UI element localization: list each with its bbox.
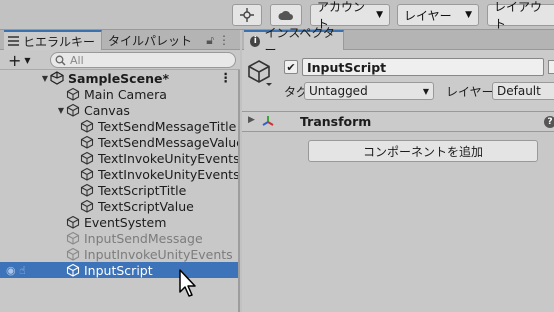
tree-item-main-camera[interactable]: Main Camera — [0, 86, 238, 102]
tree-item-text-invoke-unity-events-title[interactable]: TextInvokeUnityEventsT — [0, 150, 238, 166]
unity-scene-icon — [50, 71, 64, 85]
search-input[interactable]: All — [50, 52, 236, 68]
tree-item-label: Main Camera — [84, 86, 167, 102]
collab-icon — [240, 8, 254, 22]
tree-item-input-script[interactable]: ◉ ☝︎ InputScript — [0, 262, 238, 278]
gameobject-icon — [80, 135, 94, 149]
layer-dropdown[interactable]: Default — [492, 82, 554, 100]
gameobject-icon — [80, 119, 94, 133]
tag-dropdown[interactable]: Untagged ▼ — [304, 82, 434, 100]
gameobject-header: ✔ InputScript タグ Untagged ▼ レイヤー Default — [242, 50, 554, 112]
tree-item-label: TextScriptValue — [98, 198, 194, 214]
tab-tile-palette-label: タイルパレット — [108, 33, 193, 48]
gameobject-icon — [66, 215, 80, 229]
tree-item-label: EventSystem — [84, 214, 167, 230]
layout-dropdown[interactable]: レイアウト — [487, 0, 554, 31]
gameobject-icon — [66, 87, 80, 101]
hierarchy-tree: ▼ SampleScene* ⋮ Main Camera ▼ Canvas Te… — [0, 70, 238, 278]
gameobject-icon — [80, 183, 94, 197]
transform-icon — [262, 116, 274, 126]
hierarchy-panel: ヒエラルキー タイルパレット 🔓︎⋮ + ▼ All ▼ SampleScene*… — [0, 30, 240, 312]
scene-name: SampleScene* — [68, 70, 169, 86]
tree-item-label: InputSendMessage — [84, 230, 203, 246]
expand-arrow-icon[interactable]: ▼ — [40, 74, 50, 83]
tree-item-label: TextInvokeUnityEventsV — [98, 166, 238, 182]
cloud-icon — [278, 10, 293, 20]
caret-down-icon: ▼ — [376, 10, 383, 20]
gameobject-icon — [66, 263, 80, 277]
caret-down-icon: ▼ — [24, 55, 31, 65]
component-title: Transform — [300, 114, 372, 129]
gameobject-icon — [66, 247, 80, 261]
gameobject-icon[interactable] — [246, 58, 276, 88]
tree-item-text-script-title[interactable]: TextScriptTitle — [0, 182, 238, 198]
tab-hierarchy-label: ヒエラルキー — [23, 34, 96, 49]
tree-item-input-send-message[interactable]: InputSendMessage — [0, 230, 238, 246]
layout-label: レイアウト — [494, 0, 543, 31]
tree-item-label: InputInvokeUnityEvents — [84, 246, 233, 262]
transform-component-header[interactable]: ▶ Transform ? — [242, 112, 554, 132]
layer-value: Default — [497, 84, 541, 98]
tab-inspector[interactable]: i インスペクター — [244, 26, 344, 57]
lock-icon[interactable]: 🔓︎ — [206, 33, 218, 47]
menu-icon[interactable]: ⋮ — [218, 33, 234, 47]
caret-down-icon: ▼ — [422, 86, 429, 96]
collab-button[interactable] — [232, 4, 262, 26]
gameobject-icon — [66, 103, 80, 117]
tree-item-text-send-message-value[interactable]: TextSendMessageValue — [0, 134, 238, 150]
plus-icon: + — [8, 50, 22, 70]
layers-label: レイヤー — [404, 8, 452, 23]
tree-item-input-invoke-unity-events[interactable]: InputInvokeUnityEvents — [0, 246, 238, 262]
list-icon — [8, 36, 19, 46]
tab-hierarchy[interactable]: ヒエラルキー — [4, 30, 102, 50]
tree-item-label: InputScript — [84, 262, 153, 278]
info-icon: i — [250, 35, 261, 47]
object-name-field[interactable]: InputScript — [302, 58, 544, 76]
caret-down-icon: ▼ — [465, 10, 472, 20]
static-checkbox[interactable] — [548, 60, 554, 74]
panel-tools: 🔓︎⋮ — [206, 33, 234, 48]
expand-arrow-icon[interactable]: ▼ — [56, 106, 66, 115]
hierarchy-tabbar: ヒエラルキー タイルパレット 🔓︎⋮ — [0, 30, 240, 50]
tree-item-label: TextInvokeUnityEventsT — [98, 150, 238, 166]
tree-item-event-system[interactable]: EventSystem — [0, 214, 238, 230]
create-button[interactable]: + ▼ — [8, 50, 31, 70]
layer-label: レイヤー — [446, 85, 494, 99]
tab-tile-palette[interactable]: タイルパレット — [104, 30, 194, 50]
menu-icon[interactable]: ⋮ — [220, 70, 233, 85]
tree-item-text-script-value[interactable]: TextScriptValue — [0, 198, 238, 214]
gameobject-icon — [80, 167, 94, 181]
help-icon[interactable]: ? — [544, 116, 554, 128]
object-name-value: InputScript — [307, 59, 387, 75]
tree-item-label: TextSendMessageValue — [98, 134, 238, 150]
layers-dropdown[interactable]: レイヤー ▼ — [397, 4, 479, 26]
tag-value: Untagged — [309, 84, 368, 98]
search-placeholder: All — [70, 53, 84, 67]
hierarchy-search-row: + ▼ All — [0, 50, 240, 70]
visibility-icon[interactable]: ◉ ☝︎ — [6, 264, 40, 277]
tree-item-label: TextScriptTitle — [98, 182, 187, 198]
add-component-label: コンポーネントを追加 — [362, 144, 483, 159]
add-component-button[interactable]: コンポーネントを追加 — [308, 140, 538, 162]
tree-item-label: Canvas — [84, 102, 130, 118]
tree-item-label: TextSendMessageTitle — [98, 118, 237, 134]
inspector-panel: i インスペクター ✔ InputScript タグ Untagged ▼ レイ… — [242, 26, 554, 312]
gameobject-icon — [80, 199, 94, 213]
scene-row[interactable]: ▼ SampleScene* ⋮ — [0, 70, 238, 86]
collapse-arrow-icon[interactable]: ▶ — [248, 115, 255, 125]
inspector-tabbar: i インスペクター — [242, 26, 554, 57]
mouse-cursor-icon — [179, 269, 196, 297]
tree-item-canvas[interactable]: ▼ Canvas — [0, 102, 238, 118]
gameobject-icon — [66, 231, 80, 245]
search-icon — [55, 55, 66, 66]
tree-item-text-send-message-title[interactable]: TextSendMessageTitle — [0, 118, 238, 134]
active-checkbox[interactable]: ✔ — [284, 60, 298, 74]
tree-item-text-invoke-unity-events-value[interactable]: TextInvokeUnityEventsV — [0, 166, 238, 182]
account-dropdown[interactable]: アカウント ▼ — [310, 0, 390, 31]
gameobject-icon — [80, 151, 94, 165]
cloud-button[interactable] — [270, 4, 302, 26]
